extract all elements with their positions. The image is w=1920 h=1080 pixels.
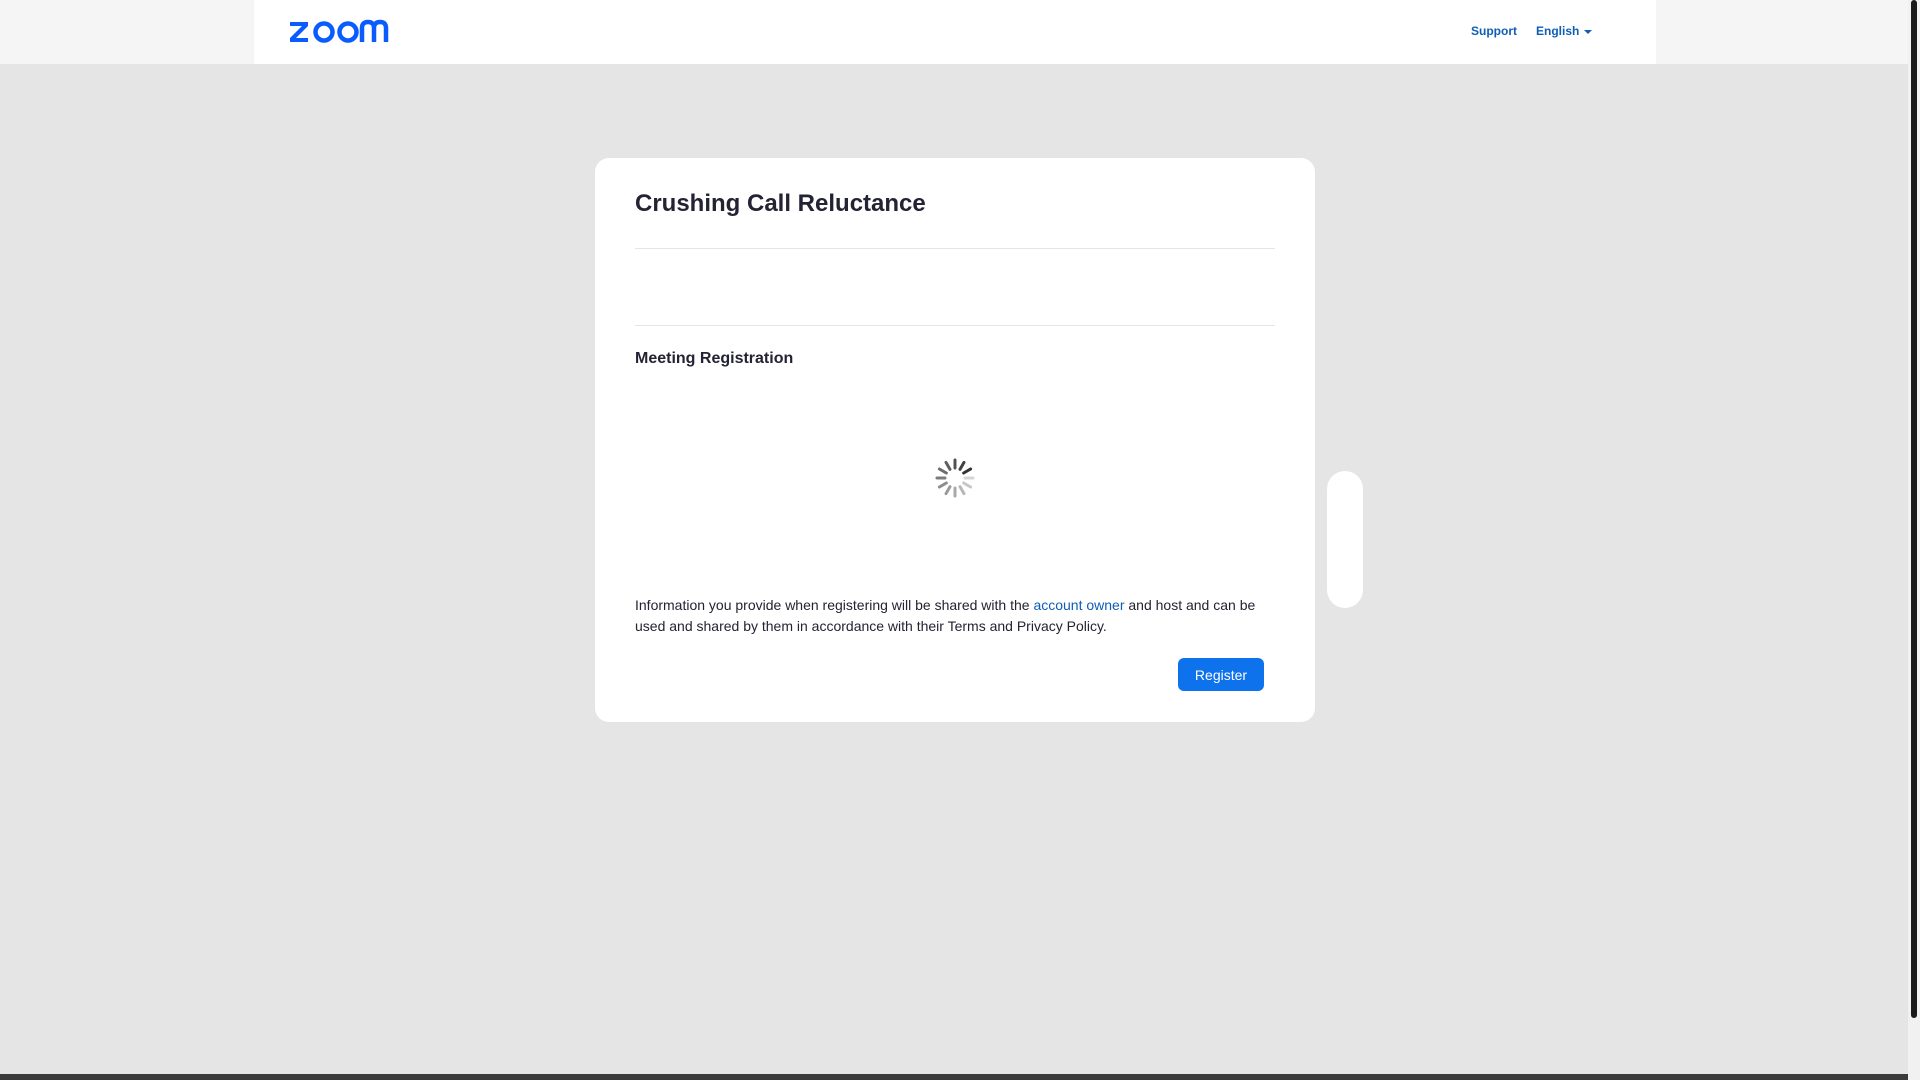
spinner-icon	[935, 458, 975, 498]
top-header: Support English	[254, 0, 1656, 64]
zoom-logo-icon	[290, 19, 389, 43]
caret-down-icon	[1584, 30, 1593, 34]
bottom-footer-strip	[0, 1074, 1908, 1080]
disclaimer-text-start: Information you provide when registering…	[635, 597, 1034, 613]
language-dropdown[interactable]: English	[1536, 24, 1593, 38]
section-title: Meeting Registration	[635, 350, 794, 367]
registration-card: Crushing Call Reluctance Meeting Registr…	[595, 158, 1315, 722]
scrollbar-thumb[interactable]	[1911, 0, 1917, 1018]
language-label: English	[1536, 24, 1580, 38]
side-floating-panel[interactable]	[1327, 471, 1363, 608]
register-button[interactable]: Register	[1178, 658, 1264, 691]
support-link[interactable]: Support	[1471, 24, 1517, 38]
privacy-disclaimer: Information you provide when registering…	[635, 595, 1275, 637]
section-divider	[635, 325, 1275, 326]
title-divider	[635, 248, 1275, 249]
zoom-logo[interactable]	[288, 16, 400, 46]
meeting-title: Crushing Call Reluctance	[635, 190, 926, 217]
account-owner-link[interactable]: account owner	[1033, 597, 1124, 613]
